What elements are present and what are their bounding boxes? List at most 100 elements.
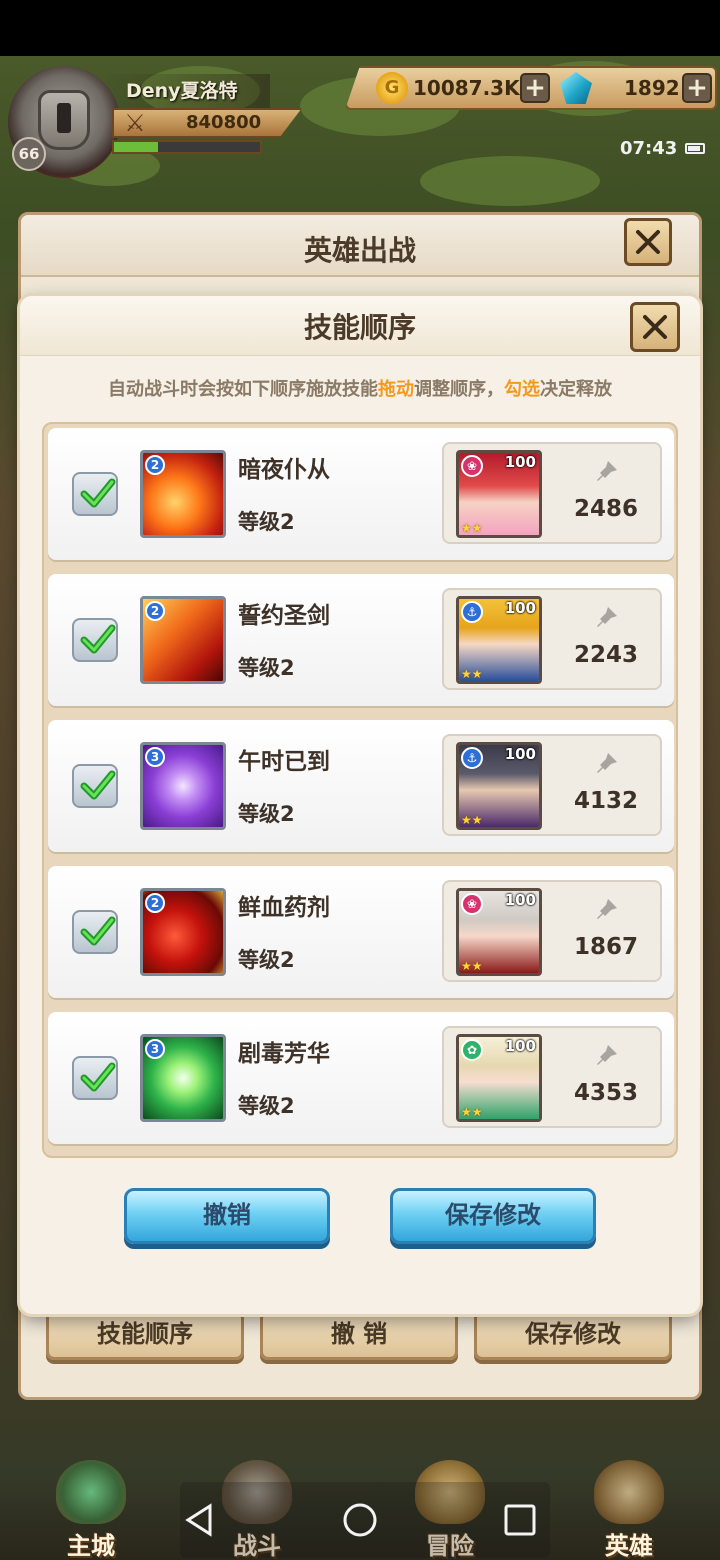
hero-level: 100: [504, 891, 536, 909]
leaf-class-icon: ✿: [461, 1039, 483, 1061]
skill-tier-badge: 3: [145, 747, 165, 767]
panel-header: 英雄出战: [21, 215, 699, 277]
star-icon: ★★: [461, 521, 483, 535]
hero-info-panel: ❀ 100 ★★ 1867: [442, 880, 662, 982]
skill-checkbox[interactable]: [72, 618, 118, 662]
hero-info-panel: ⚓ 100 ★★ 4132: [442, 734, 662, 836]
hero-portrait: ⚓ 100 ★★: [456, 596, 542, 684]
skill-icon: 2: [140, 450, 226, 538]
hero-portrait: ❀ 100 ★★: [456, 888, 542, 976]
player-name: Deny夏洛特: [126, 80, 238, 102]
skill-row[interactable]: 2 暗夜仆从 等级2 ❀ 100 ★★ 2486: [48, 428, 674, 560]
skill-level: 等级2: [238, 510, 295, 534]
skill-name: 誓约圣剑: [238, 603, 330, 629]
nav-heroes[interactable]: 英雄: [574, 1456, 684, 1560]
skill-row[interactable]: 3 剧毒芳华 等级2 ✿ 100 ★★ 4353: [48, 1012, 674, 1144]
home-icon[interactable]: [340, 1500, 380, 1540]
skill-row[interactable]: 2 鲜血药剂 等级2 ❀ 100 ★★ 1867: [48, 866, 674, 998]
hero-portrait: ✿ 100 ★★: [456, 1034, 542, 1122]
status-bar: [0, 0, 720, 56]
hero-info-panel: ❀ 100 ★★ 2486: [442, 442, 662, 544]
instruction-text: 自动战斗时会按如下顺序施放技能拖动调整顺序，勾选决定释放: [20, 375, 700, 401]
exp-bar-fill: [114, 142, 158, 152]
hero-portrait: ❀ 100 ★★: [456, 450, 542, 538]
skill-name: 暗夜仆从: [238, 457, 330, 483]
skill-tier-badge: 2: [145, 893, 165, 913]
add-gold-button[interactable]: +: [520, 73, 550, 103]
skill-name: 鲜血药剂: [238, 895, 330, 921]
crossed-swords-icon: ⚔: [124, 109, 146, 137]
nav-main-city[interactable]: 主城: [36, 1456, 146, 1560]
pin-icon: [597, 607, 617, 627]
skill-level: 等级2: [238, 802, 295, 826]
skill-tier-badge: 2: [145, 601, 165, 621]
hero-stat-value: 1867: [573, 934, 638, 960]
hero-level: 100: [504, 599, 536, 617]
gold-coin-icon: G: [376, 72, 408, 104]
skill-checkbox[interactable]: [72, 764, 118, 808]
gem-amount: 1892: [624, 76, 680, 100]
panel-close-button[interactable]: [624, 218, 672, 266]
hint-highlight-drag: 拖动: [378, 379, 414, 400]
star-icon: ★★: [461, 667, 483, 681]
hero-stat-value: 2243: [573, 642, 638, 668]
cancel-button[interactable]: 撤销: [124, 1188, 330, 1244]
skill-level: 等级2: [238, 656, 295, 680]
hero-emblem-icon: [594, 1460, 664, 1524]
heart-class-icon: ❀: [461, 893, 483, 915]
nav-label: 英雄: [605, 1532, 653, 1560]
back-icon[interactable]: [180, 1500, 220, 1540]
dialog-title: 技能顺序: [303, 311, 416, 344]
recents-icon[interactable]: [500, 1500, 540, 1540]
skill-icon: 3: [140, 742, 226, 830]
hero-stat-value: 2486: [573, 496, 638, 522]
clock: 07:43: [620, 138, 678, 159]
battery-icon: [685, 143, 705, 154]
skill-checkbox[interactable]: [72, 910, 118, 954]
heart-class-icon: ❀: [461, 455, 483, 477]
exp-bar: [112, 140, 262, 154]
hero-level: 100: [504, 1037, 536, 1055]
player-level-badge: 66: [12, 137, 46, 171]
hero-info-panel: ✿ 100 ★★ 4353: [442, 1026, 662, 1128]
skill-name: 午时已到: [238, 749, 330, 775]
hint-part: 自动战斗时会按如下顺序施放技能: [108, 379, 378, 400]
skill-level: 等级2: [238, 948, 295, 972]
skill-icon: 3: [140, 1034, 226, 1122]
close-icon: [643, 315, 667, 339]
hero-stat-value: 4132: [573, 788, 638, 814]
checkmark-icon: [80, 624, 116, 654]
checkmark-icon: [80, 1062, 116, 1092]
hero-portrait: ⚓ 100 ★★: [456, 742, 542, 830]
anchor-class-icon: ⚓: [461, 747, 483, 769]
checkmark-icon: [80, 770, 116, 800]
hero-stat-value: 4353: [573, 1080, 638, 1106]
helmet-icon: [38, 90, 90, 150]
dialog-close-button[interactable]: [630, 302, 680, 352]
skill-row[interactable]: 2 誓约圣剑 等级2 ⚓ 100 ★★ 2243: [48, 574, 674, 706]
castle-icon: [56, 1460, 126, 1524]
skill-checkbox[interactable]: [72, 472, 118, 516]
anchor-class-icon: ⚓: [461, 601, 483, 623]
skill-level: 等级2: [238, 1094, 295, 1118]
skill-tier-badge: 3: [145, 1039, 165, 1059]
panel-save-button[interactable]: 保存修改: [474, 1310, 672, 1360]
skill-order-button[interactable]: 技能顺序: [46, 1310, 244, 1360]
skill-checkbox[interactable]: [72, 1056, 118, 1100]
skill-name: 剧毒芳华: [238, 1041, 330, 1067]
star-icon: ★★: [461, 813, 483, 827]
add-gem-button[interactable]: +: [682, 73, 712, 103]
hero-info-panel: ⚓ 100 ★★ 2243: [442, 588, 662, 690]
skill-row[interactable]: 3 午时已到 等级2 ⚓ 100 ★★ 4132: [48, 720, 674, 852]
pin-icon: [597, 753, 617, 773]
pin-icon: [597, 461, 617, 481]
panel-cancel-button[interactable]: 撤 销: [260, 1310, 458, 1360]
save-changes-button[interactable]: 保存修改: [390, 1188, 596, 1244]
gold-amount: 10087.3K: [413, 76, 520, 100]
hint-highlight-check: 勾选: [504, 379, 540, 400]
combat-power: 840800: [186, 112, 262, 133]
nav-label: 主城: [67, 1532, 115, 1560]
skill-order-dialog: 技能顺序 自动战斗时会按如下顺序施放技能拖动调整顺序，勾选决定释放 2 暗夜仆从…: [20, 296, 700, 1314]
hero-level: 100: [504, 453, 536, 471]
skill-icon: 2: [140, 596, 226, 684]
